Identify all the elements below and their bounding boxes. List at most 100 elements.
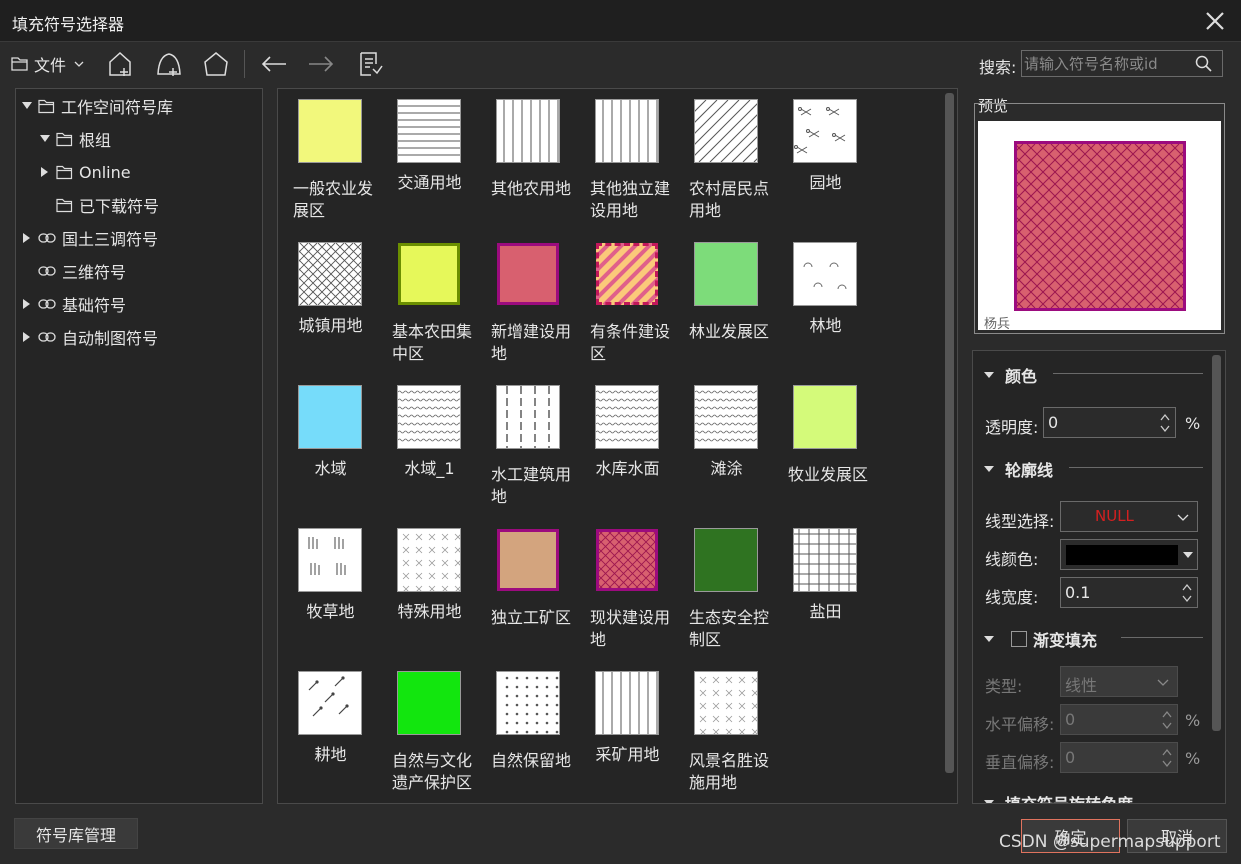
symbol-item[interactable]: 林业发展区	[689, 242, 779, 383]
collapsed-triangle-icon[interactable]	[38, 165, 52, 179]
add-shape-button[interactable]	[155, 50, 183, 78]
line-color-label: 线颜色:	[985, 550, 1039, 569]
symbol-item[interactable]: 自然保留地	[491, 671, 581, 803]
symbol-swatch	[694, 242, 758, 306]
line-color-picker[interactable]	[1060, 539, 1198, 570]
expanded-triangle-icon[interactable]	[38, 132, 52, 146]
spin-arrows-icon[interactable]	[1159, 411, 1171, 435]
search-box[interactable]	[1021, 50, 1223, 77]
symbol-item[interactable]: 园地	[788, 99, 878, 240]
symbol-swatch	[298, 99, 362, 163]
symbol-item[interactable]: 现状建设用地	[533, 528, 777, 669]
collapsed-triangle-icon[interactable]	[20, 330, 34, 344]
symbol-label: 城镇用地	[298, 316, 363, 335]
search-icon[interactable]	[1195, 55, 1213, 73]
symbol-label: 水库水面	[595, 459, 660, 478]
symbol-item[interactable]: 水域	[293, 385, 383, 526]
collapsed-triangle-icon[interactable]	[20, 297, 34, 311]
symbol-item[interactable]: 城镇用地	[278, 242, 480, 383]
pentagon-icon	[204, 52, 228, 76]
horizontal-offset-spinbox[interactable]: 0	[1060, 704, 1178, 735]
symbol-label: 滩涂	[710, 459, 743, 478]
property-panel-scrollbar[interactable]	[1212, 355, 1221, 731]
symbol-label: 一般农业发展区	[293, 179, 374, 220]
symbol-item[interactable]: 耕地	[293, 671, 383, 803]
symbol-item[interactable]: 采矿用地	[590, 671, 680, 803]
line-type-select[interactable]: NULL	[1060, 501, 1198, 532]
spin-arrows-icon[interactable]	[1161, 708, 1173, 732]
symbol-label: 采矿用地	[595, 745, 660, 764]
symbol-label: 园地	[809, 173, 842, 192]
tree-item-label: 工作空间符号库	[61, 98, 174, 117]
library-manage-button[interactable]: 符号库管理	[14, 818, 138, 849]
expanded-triangle-icon[interactable]	[20, 99, 34, 113]
symbol-swatch	[278, 242, 480, 306]
gradient-section-header[interactable]: 渐变填充	[983, 627, 1097, 651]
symbol-item[interactable]: 自然与文化遗产保护区	[392, 671, 482, 803]
file-menu-button[interactable]: 文件	[11, 50, 85, 78]
tree-item[interactable]: 三维符号	[20, 256, 126, 286]
symbol-item[interactable]: 其他独立建设用地	[590, 99, 680, 240]
symbol-item[interactable]: 农村居民点用地	[632, 99, 872, 240]
search-input[interactable]	[1024, 52, 1189, 75]
symbol-item[interactable]: 其他农用地	[491, 99, 581, 240]
symbol-swatch	[533, 528, 777, 592]
tree-item[interactable]: 国土三调符号	[20, 223, 158, 253]
spin-arrows-icon[interactable]	[1161, 746, 1173, 770]
transparency-spinbox[interactable]: 0	[1043, 407, 1176, 438]
list-button[interactable]	[357, 50, 383, 78]
tree-item[interactable]: 基础符号	[20, 289, 126, 319]
add-polygon-button[interactable]	[106, 50, 134, 78]
color-section-header[interactable]: 颜色	[983, 363, 1037, 387]
symbol-grid-scrollbar[interactable]	[945, 93, 954, 773]
vertical-offset-spinbox[interactable]: 0	[1060, 742, 1178, 773]
tree-item[interactable]: 已下载符号	[38, 190, 159, 220]
symbol-item[interactable]: 林地	[788, 242, 878, 383]
symbol-item[interactable]: 风景名胜设施用地	[689, 671, 779, 803]
symbol-item[interactable]: 独立工矿区	[491, 529, 581, 669]
spin-arrows-icon[interactable]	[1181, 581, 1193, 605]
symbol-item[interactable]: 一般农业发展区	[293, 99, 383, 240]
line-width-value: 0.1	[1065, 583, 1091, 602]
back-button[interactable]	[260, 50, 288, 78]
close-icon[interactable]	[1203, 8, 1227, 34]
outline-section-header[interactable]: 轮廓线	[983, 457, 1053, 481]
symbol-swatch	[497, 243, 559, 305]
folder-icon	[56, 132, 73, 147]
polygon-button[interactable]	[202, 50, 230, 78]
gradient-type-select[interactable]: 线性	[1060, 666, 1178, 697]
symbol-swatch	[595, 385, 663, 449]
tree-item[interactable]: 工作空间符号库	[20, 91, 173, 121]
symbol-item[interactable]: 牧草地	[293, 528, 383, 669]
symbol-item[interactable]: 盐田	[788, 528, 878, 669]
file-menu-label: 文件	[34, 56, 67, 75]
symbol-label: 独立工矿区	[491, 608, 572, 627]
document-list-icon	[360, 52, 383, 76]
symbol-item[interactable]: 交通用地	[392, 99, 482, 240]
line-width-spinbox[interactable]: 0.1	[1060, 577, 1198, 608]
symbol-item[interactable]: 水工建筑用地	[491, 385, 581, 526]
symbol-item[interactable]: 牧业发展区	[788, 385, 878, 526]
symbol-item[interactable]: 特殊用地	[392, 528, 482, 669]
tree-item[interactable]: 自动制图符号	[20, 322, 158, 352]
tree-item-label: 自动制图符号	[62, 329, 159, 348]
tree-item[interactable]: Online	[38, 157, 131, 187]
symbol-label: 农村居民点用地	[689, 179, 770, 220]
symbol-item[interactable]: 滩涂	[689, 385, 779, 526]
forward-button[interactable]	[307, 50, 335, 78]
link-icon	[38, 231, 56, 245]
rotation-section-header[interactable]: 填充符号旋转角度	[983, 791, 1133, 803]
preview-swatch	[846, 141, 1241, 311]
symbol-item[interactable]: 水域_1	[392, 385, 482, 526]
symbol-item[interactable]: 生态安全控制区	[689, 528, 779, 669]
symbol-item[interactable]: 水库水面	[590, 385, 680, 526]
symbol-item[interactable]: 有条件建设区	[532, 241, 780, 383]
collapsed-triangle-icon[interactable]	[20, 231, 34, 245]
symbol-item[interactable]: 新增建设用地	[491, 243, 581, 383]
collapse-triangle-icon	[984, 372, 994, 378]
tree-item[interactable]: 根组	[38, 124, 111, 154]
gradient-checkbox[interactable]	[1011, 631, 1027, 647]
symbol-item[interactable]: 基本农田集中区	[392, 243, 482, 383]
property-panel: 颜色 透明度: 0 % 轮廓线 线型选择: NULL 线颜色: 线宽度: 0.1…	[972, 350, 1226, 804]
symbol-label: 林地	[809, 316, 842, 335]
